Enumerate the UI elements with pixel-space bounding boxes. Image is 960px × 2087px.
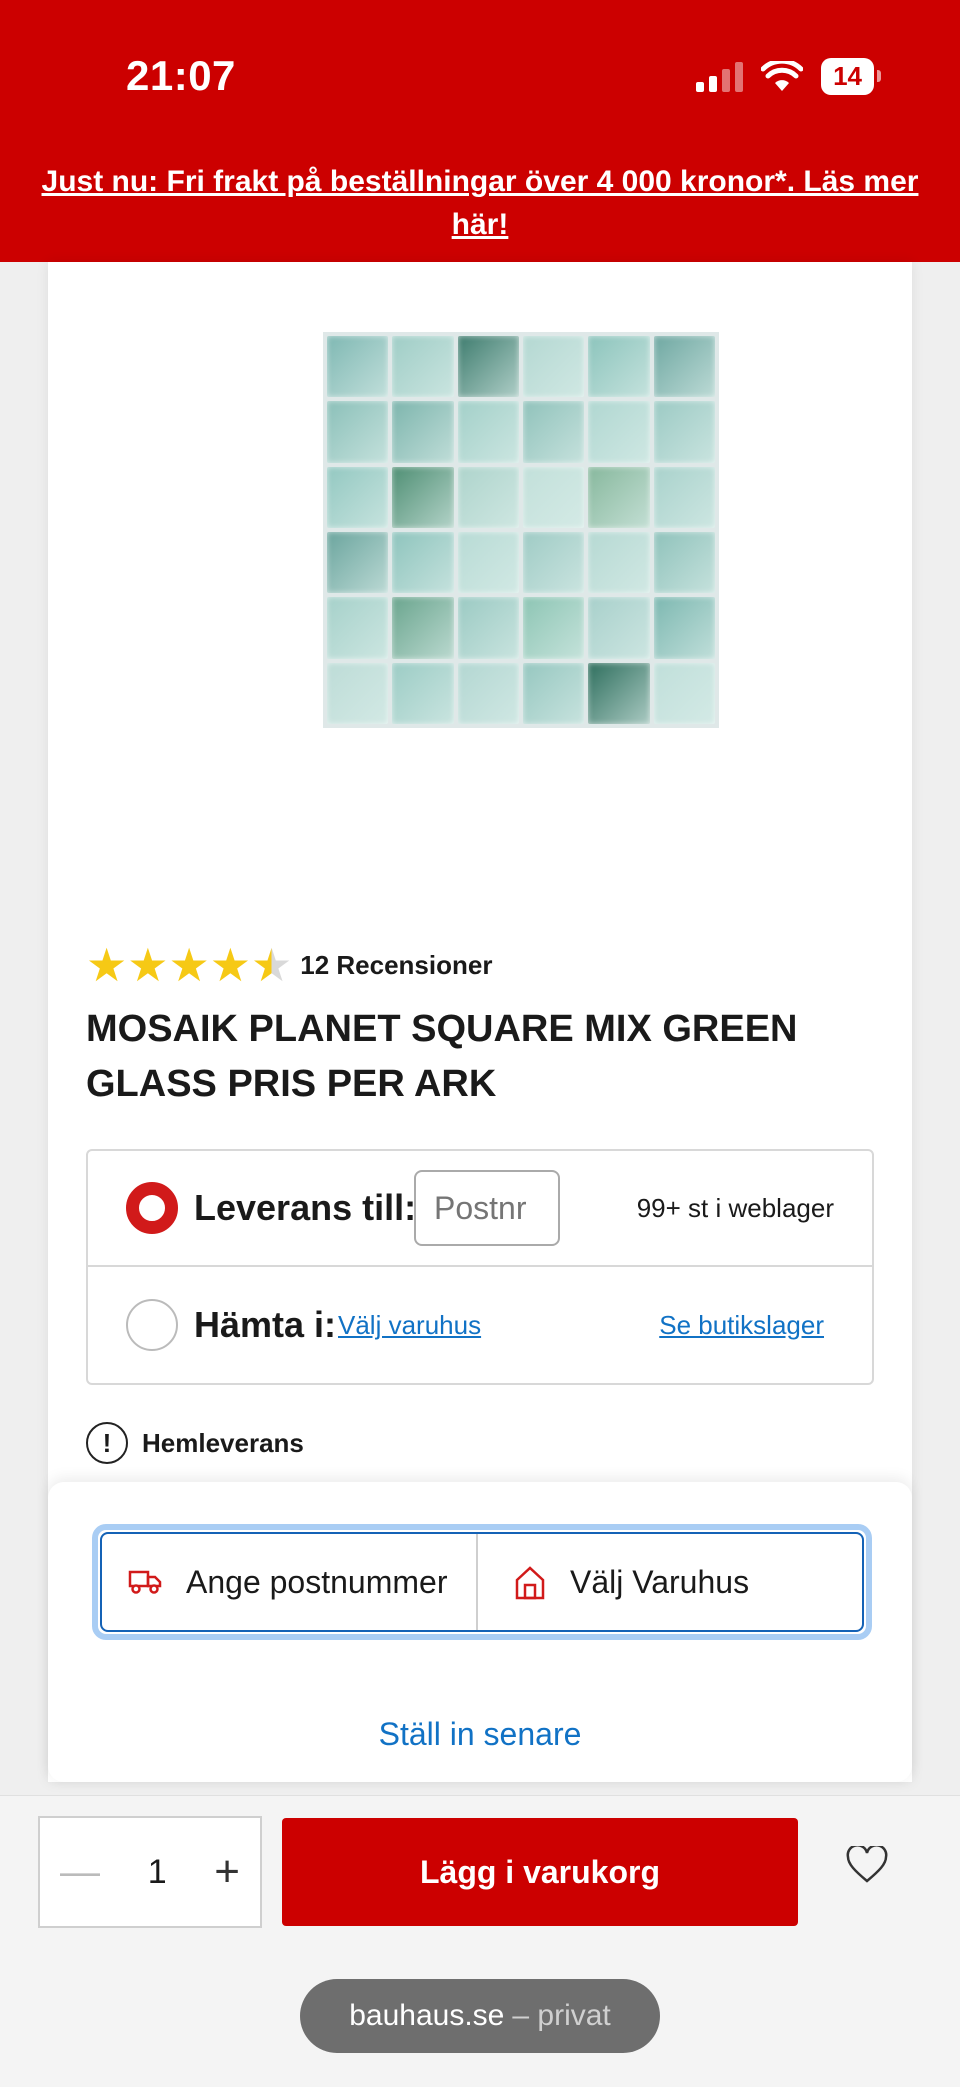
store-icon xyxy=(515,1566,545,1600)
decrease-quantity-button[interactable]: — xyxy=(60,1850,100,1895)
enter-postcode-label: Ange postnummer xyxy=(186,1563,448,1600)
promo-banner-link[interactable]: Just nu: Fri frakt på beställningar över… xyxy=(40,160,920,246)
product-title: MOSAIK PLANET SQUARE MIX GREEN GLASS PRI… xyxy=(86,1008,798,1105)
increase-quantity-button[interactable]: + xyxy=(214,1847,240,1897)
delivery-row: Leverans till: 99+ st i weblager xyxy=(88,1151,872,1267)
mosaic-tile xyxy=(522,401,585,463)
delivery-radio[interactable] xyxy=(126,1182,178,1234)
url-domain: bauhaus.se xyxy=(349,1999,505,2032)
mosaic-tile xyxy=(457,662,519,724)
enter-postcode-button[interactable]: Ange postnummer xyxy=(102,1534,476,1630)
bottom-bar: — 1 + Lägg i varukorg bauhaus.se – priva… xyxy=(0,1795,960,2087)
mosaic-tile xyxy=(653,401,715,463)
choose-store-link[interactable]: Välj varuhus xyxy=(338,1310,481,1341)
quantity-value[interactable]: 1 xyxy=(148,1853,167,1892)
mosaic-tile xyxy=(327,662,389,724)
top-header: 21:07 14 Just nu: Fri frakt på beställni… xyxy=(0,0,960,262)
mosaic-tile xyxy=(392,466,454,528)
mosaic-tile xyxy=(392,597,454,659)
delivery-options: Leverans till: 99+ st i weblager Hämta i… xyxy=(86,1149,874,1385)
info-icon: ! xyxy=(86,1422,128,1464)
mosaic-tile xyxy=(457,336,519,398)
mosaic-tile xyxy=(653,531,715,594)
star-rating: ★ ★ ★ ★ ★ xyxy=(86,942,292,988)
mosaic-tile xyxy=(522,531,585,594)
mosaic-tile xyxy=(588,597,650,659)
mosaic-tile xyxy=(522,597,585,659)
pickup-row: Hämta i: Välj varuhus Se butikslager xyxy=(88,1267,872,1383)
mosaic-tile xyxy=(392,336,454,398)
star-icon: ★ xyxy=(127,939,169,991)
star-icon: ★ xyxy=(168,939,210,991)
mosaic-tile xyxy=(327,531,389,594)
half-star-icon: ★ xyxy=(251,939,293,991)
mosaic-tile xyxy=(327,466,389,528)
star-icon: ★ xyxy=(86,939,128,991)
rating-row[interactable]: ★ ★ ★ ★ ★ 12 Recensioner xyxy=(86,942,492,988)
location-choice-group: Ange postnummer Välj Varuhus xyxy=(92,1524,872,1640)
mosaic-tile xyxy=(392,531,454,594)
delivery-label: Leverans till: xyxy=(194,1187,417,1228)
mosaic-tile xyxy=(457,597,519,659)
pickup-radio[interactable] xyxy=(126,1299,178,1351)
mosaic-tile xyxy=(327,336,389,398)
mosaic-tile xyxy=(522,466,585,528)
mosaic-tile xyxy=(653,597,715,659)
set-later-link[interactable]: Ställ in senare xyxy=(48,1716,912,1753)
mosaic-tile xyxy=(588,531,650,594)
postnr-input[interactable] xyxy=(414,1170,560,1246)
pickup-label: Hämta i: xyxy=(194,1304,337,1345)
battery-icon: 14 xyxy=(821,58,881,95)
home-delivery-info: ! Hemleverans xyxy=(86,1422,304,1464)
choose-store-button[interactable]: Välj Varuhus xyxy=(476,1534,862,1630)
store-stock-link[interactable]: Se butikslager xyxy=(659,1310,824,1341)
mosaic-tile xyxy=(392,662,454,724)
browser-url-bar[interactable]: bauhaus.se – privat xyxy=(300,1979,660,2053)
mosaic-tile xyxy=(327,401,389,463)
review-count[interactable]: 12 Recensioner xyxy=(300,950,492,981)
url-private-label: – privat xyxy=(512,1999,611,2032)
star-icon: ★ xyxy=(209,939,251,991)
add-to-cart-button[interactable]: Lägg i varukorg xyxy=(282,1818,798,1926)
mosaic-tile xyxy=(653,662,715,724)
location-sheet: Ange postnummer Välj Varuhus Ställ in se… xyxy=(48,1482,912,1782)
mosaic-tile xyxy=(588,336,650,398)
mosaic-tile xyxy=(588,662,650,724)
cellular-signal-icon xyxy=(696,61,744,92)
home-delivery-label: Hemleverans xyxy=(142,1427,304,1458)
mosaic-tile xyxy=(653,336,715,398)
mosaic-tile xyxy=(522,662,585,724)
mosaic-tile xyxy=(457,531,519,594)
quantity-stepper: — 1 + xyxy=(38,1816,262,1928)
mosaic-tile xyxy=(588,401,650,463)
mosaic-tile xyxy=(457,401,519,463)
heart-icon[interactable] xyxy=(846,1846,888,1884)
mosaic-tile xyxy=(588,466,650,528)
truck-icon xyxy=(128,1570,162,1594)
mosaic-tile xyxy=(522,336,585,398)
mosaic-tile xyxy=(392,401,454,463)
web-stock-status: 99+ st i weblager xyxy=(636,1192,834,1223)
mosaic-tile xyxy=(653,466,715,528)
choose-store-label: Välj Varuhus xyxy=(570,1563,750,1600)
wifi-icon xyxy=(761,60,804,91)
status-icons: 14 xyxy=(696,58,881,95)
mosaic-tile xyxy=(327,597,389,659)
status-time: 21:07 xyxy=(126,52,236,99)
mosaic-tile xyxy=(457,466,519,528)
product-image[interactable] xyxy=(323,332,719,728)
